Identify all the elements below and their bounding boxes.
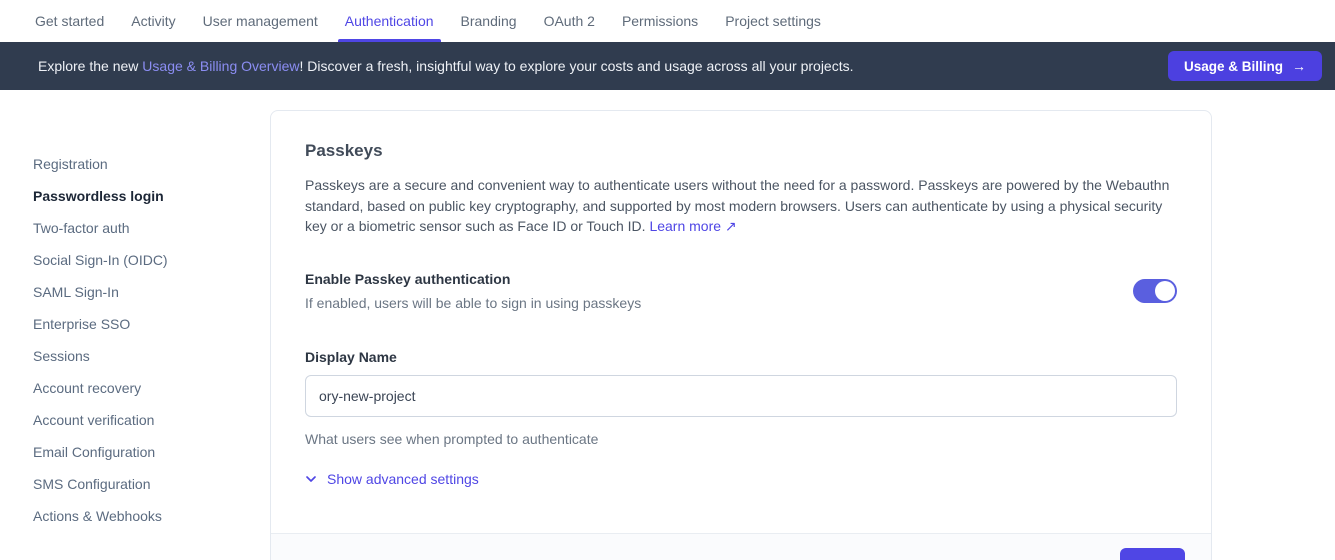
external-link-icon: ↗: [725, 218, 737, 234]
passkeys-settings-card: Passkeys Passkeys are a secure and conve…: [270, 110, 1212, 560]
sidebar-item-passwordless-login[interactable]: Passwordless login: [33, 180, 270, 212]
passkeys-title: Passkeys: [305, 141, 1177, 161]
tab-permissions[interactable]: Permissions: [622, 0, 698, 42]
tab-authentication[interactable]: Authentication: [345, 0, 434, 42]
toggle-knob: [1155, 281, 1175, 301]
sidebar-item-two-factor-auth[interactable]: Two-factor auth: [33, 212, 270, 244]
learn-more-label: Learn more: [649, 218, 721, 234]
banner-text-after: ! Discover a fresh, insightful way to ex…: [299, 58, 853, 74]
passkeys-card-body: Passkeys Passkeys are a secure and conve…: [271, 111, 1211, 533]
save-button[interactable]: Save: [1120, 548, 1185, 560]
tab-branding[interactable]: Branding: [461, 0, 517, 42]
tab-project-settings[interactable]: Project settings: [725, 0, 821, 42]
enable-passkey-toggle[interactable]: [1133, 279, 1177, 303]
tab-user-management[interactable]: User management: [203, 0, 318, 42]
sidebar-item-actions-webhooks[interactable]: Actions & Webhooks: [33, 500, 270, 532]
enable-passkey-row: Enable Passkey authentication If enabled…: [305, 269, 1177, 313]
enable-passkey-helper: If enabled, users will be able to sign i…: [305, 293, 641, 313]
display-name-section: Display Name What users see when prompte…: [305, 347, 1177, 447]
top-navigation: Get started Activity User management Aut…: [0, 0, 1335, 42]
sidebar-item-sms-configuration[interactable]: SMS Configuration: [33, 468, 270, 500]
usage-billing-overview-link[interactable]: Usage & Billing Overview: [142, 58, 299, 74]
sidebar-item-registration[interactable]: Registration: [33, 148, 270, 180]
learn-more-link[interactable]: Learn more ↗: [649, 218, 736, 234]
passkeys-description: Passkeys are a secure and convenient way…: [305, 175, 1177, 237]
display-name-label: Display Name: [305, 347, 1177, 367]
sidebar-item-sessions[interactable]: Sessions: [33, 340, 270, 372]
enable-passkey-label: Enable Passkey authentication: [305, 269, 641, 289]
sidebar-item-email-configuration[interactable]: Email Configuration: [33, 436, 270, 468]
display-name-helper: What users see when prompted to authenti…: [305, 431, 1177, 447]
sidebar-item-account-verification[interactable]: Account verification: [33, 404, 270, 436]
display-name-input[interactable]: [305, 375, 1177, 417]
passkeys-description-text: Passkeys are a secure and convenient way…: [305, 177, 1169, 234]
chevron-down-icon: [305, 473, 317, 485]
banner-text-before: Explore the new: [38, 58, 142, 74]
usage-billing-button-label: Usage & Billing: [1184, 59, 1283, 74]
sidebar-item-enterprise-sso[interactable]: Enterprise SSO: [33, 308, 270, 340]
sidebar-item-social-sign-in-oidc[interactable]: Social Sign-In (OIDC): [33, 244, 270, 276]
arrow-right-icon: →: [1292, 58, 1306, 74]
unsaved-changes-bar: You have unsaved changes Save: [271, 533, 1211, 560]
tab-get-started[interactable]: Get started: [35, 0, 104, 42]
banner-message: Explore the new Usage & Billing Overview…: [38, 58, 1168, 74]
enable-passkey-texts: Enable Passkey authentication If enabled…: [305, 269, 641, 313]
tab-activity[interactable]: Activity: [131, 0, 175, 42]
page-content: Registration Passwordless login Two-fact…: [0, 90, 1335, 560]
usage-billing-button[interactable]: Usage & Billing →: [1168, 51, 1322, 81]
show-advanced-settings-label: Show advanced settings: [327, 471, 479, 487]
settings-sidebar: Registration Passwordless login Two-fact…: [0, 110, 270, 560]
sidebar-item-saml-sign-in[interactable]: SAML Sign-In: [33, 276, 270, 308]
sidebar-item-account-recovery[interactable]: Account recovery: [33, 372, 270, 404]
show-advanced-settings[interactable]: Show advanced settings: [305, 471, 1177, 487]
usage-billing-banner: Explore the new Usage & Billing Overview…: [0, 42, 1335, 90]
tab-oauth2[interactable]: OAuth 2: [544, 0, 595, 42]
